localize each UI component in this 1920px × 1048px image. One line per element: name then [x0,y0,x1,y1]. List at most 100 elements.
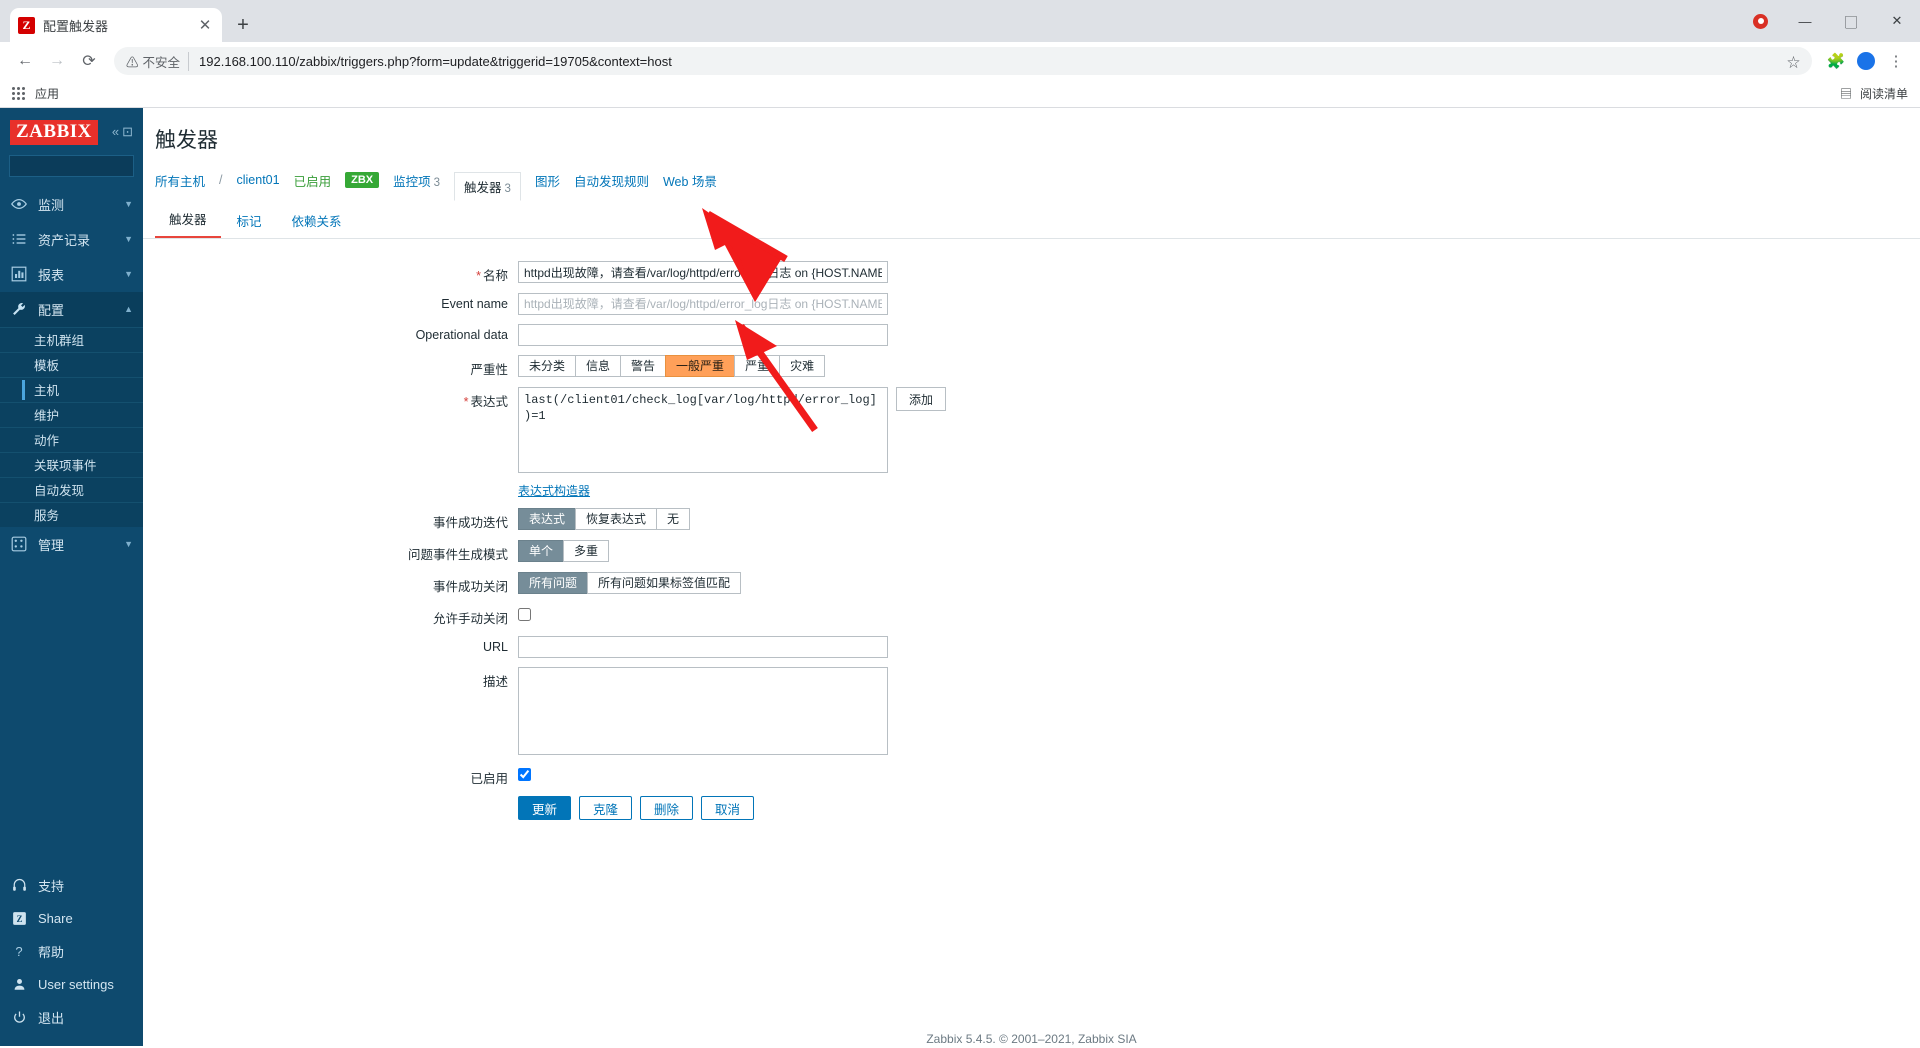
address-bar[interactable]: ⚠ 不安全 192.168.100.110/zabbix/triggers.ph… [114,47,1812,75]
operational-data-input[interactable] [518,324,888,346]
severity-option-not-classified[interactable]: 未分类 [518,355,577,377]
chevron-down-icon: ▼ [124,269,133,280]
back-icon[interactable]: ← [10,46,40,76]
event-name-input[interactable] [518,293,888,315]
description-textarea[interactable] [518,667,888,755]
agent-badge[interactable]: ZBX [345,172,380,188]
form-row-event-name: Event name [143,293,1920,315]
breadcrumb-nav-graphs[interactable]: 图形 [535,171,560,190]
tab-trigger[interactable]: 触发器 [155,202,221,238]
expression-textarea[interactable] [518,387,888,473]
sidebar-search[interactable] [9,154,186,177]
sidebar-item-maintenance[interactable]: 维护 [0,401,143,427]
sidebar-item-event-correlation[interactable]: 关联项事件 [0,451,143,477]
person-icon [10,976,28,994]
allow-manual-close-checkbox[interactable] [518,608,531,621]
sidebar-item-signout[interactable]: 退出 [0,1001,143,1034]
severity-option-warning[interactable]: 警告 [620,355,667,377]
sidebar-item-administration[interactable]: 管理 ▼ [0,527,143,562]
sidebar-item-host-groups[interactable]: 主机群组 [0,326,143,352]
collapse-sidebar-icon[interactable]: « [112,124,119,140]
ok-event-option-all-problems[interactable]: 所有问题 [518,572,589,594]
sidebar-item-monitoring[interactable]: 监测 ▼ [0,187,143,222]
breadcrumb-all-hosts[interactable]: 所有主机 [155,171,205,190]
problem-mode-option-multiple[interactable]: 多重 [563,540,610,562]
sidebar-collapse-controls[interactable]: « ⊡ [112,124,133,140]
browser-tab[interactable]: Z 配置触发器 ✕ [10,8,222,42]
sidebar-item-configuration[interactable]: 配置 ▲ [0,291,143,327]
bookmark-apps-label[interactable]: 应用 [35,85,59,102]
allow-manual-close-label: 允许手动关闭 [432,612,508,626]
close-window-button[interactable]: ✕ [1874,0,1920,42]
breadcrumb-nav-items[interactable]: 监控项 3 [393,171,440,190]
form-row-url: URL [143,636,1920,658]
sidebar-item-user-settings[interactable]: User settings [0,968,143,1001]
ok-event-option-tag-match[interactable]: 所有问题如果标签值匹配 [587,572,742,594]
bookmark-star-icon[interactable]: ☆ [1787,52,1800,71]
severity-option-information[interactable]: 信息 [575,355,622,377]
sidebar-item-support[interactable]: 支持 [0,869,143,902]
profile-avatar-icon[interactable] [1852,47,1880,75]
sidebar-item-templates[interactable]: 模板 [0,351,143,377]
reading-list-button[interactable]: ▤ 阅读清单 [1840,85,1908,102]
zabbix-logo[interactable]: ZABBIX [10,120,98,145]
host-status[interactable]: 已启用 [294,171,332,190]
expression-add-button[interactable]: 添加 [896,387,947,411]
form-row-expression-constructor: 表达式构造器 [143,482,1920,499]
sidebar-item-services[interactable]: 服务 [0,501,143,527]
severity-option-average[interactable]: 一般严重 [665,355,736,377]
zabbix-app: ZABBIX « ⊡ 监测 ▼ 资产记录 ▼ 报表 ▼ 配置 ▲ 主机群组 模板… [0,108,1920,1046]
expression-constructor-link[interactable]: 表达式构造器 [518,482,590,499]
clone-button[interactable]: 克隆 [579,796,633,820]
chevron-down-icon: ▼ [124,234,133,245]
severity-option-disaster[interactable]: 灾难 [779,355,826,377]
reading-list-icon: ▤ [1839,87,1852,101]
form-row-buttons: 更新 克隆 删除 取消 [143,796,1920,820]
problem-mode-option-single[interactable]: 单个 [518,540,565,562]
problem-generation-mode-segmented-control: 单个 多重 [518,540,610,562]
breadcrumb-host[interactable]: client01 [237,173,280,187]
nav-label: 监控项 [393,174,431,189]
sidebar-item-discovery[interactable]: 自动发现 [0,476,143,502]
form-action-buttons: 更新 克隆 删除 取消 [518,796,755,820]
minimize-button[interactable]: — [1782,0,1828,42]
sidebar-subitem-label: 关联项事件 [34,459,97,474]
url-input[interactable] [518,636,888,658]
browser-menu-icon[interactable]: ⋮ [1882,47,1910,75]
name-input[interactable] [518,261,888,283]
cog-grid-icon [10,535,28,553]
update-button[interactable]: 更新 [518,796,572,820]
form-row-description: 描述 [143,667,1920,755]
sidebar-item-inventory[interactable]: 资产记录 ▼ [0,222,143,257]
reload-icon[interactable]: ⟳ [74,46,104,76]
severity-option-high[interactable]: 严重 [734,355,781,377]
enabled-checkbox[interactable] [518,768,531,781]
sidebar-item-hosts[interactable]: 主机 [0,376,143,402]
new-tab-button[interactable]: + [228,10,258,40]
recovery-mode-option-expression[interactable]: 表达式 [518,508,577,530]
tab-dependencies[interactable]: 依赖关系 [278,204,356,238]
tab-tags[interactable]: 标记 [223,204,276,238]
maximize-button[interactable]: ▢ [1828,0,1874,42]
forward-icon[interactable]: → [42,46,72,76]
close-tab-icon[interactable]: ✕ [196,16,214,34]
eye-icon [10,195,28,213]
recording-indicator-icon [1753,13,1768,29]
hide-sidebar-icon[interactable]: ⊡ [122,124,133,140]
not-secure-indicator[interactable]: ⚠ 不安全 [126,51,190,71]
breadcrumb-nav-discovery-rules[interactable]: 自动发现规则 [574,171,649,190]
operational-data-label: Operational data [415,328,508,342]
delete-button[interactable]: 删除 [640,796,694,820]
sidebar-submenu-configuration: 主机群组 模板 主机 维护 动作 关联项事件 自动发现 服务 [0,326,143,527]
recovery-mode-option-recovery-expression[interactable]: 恢复表达式 [575,508,658,530]
headset-icon [10,877,28,895]
cancel-button[interactable]: 取消 [701,796,755,820]
breadcrumb-nav-triggers[interactable]: 触发器 3 [454,171,521,201]
sidebar-item-share[interactable]: Z Share [0,902,143,935]
sidebar-item-reports[interactable]: 报表 ▼ [0,257,143,292]
sidebar-item-actions[interactable]: 动作 [0,426,143,452]
breadcrumb-nav-web-scenarios[interactable]: Web 场景 [663,171,717,190]
sidebar-item-help[interactable]: ? 帮助 [0,935,143,968]
recovery-mode-option-none[interactable]: 无 [656,508,691,530]
extensions-icon[interactable]: 🧩 [1822,47,1850,75]
